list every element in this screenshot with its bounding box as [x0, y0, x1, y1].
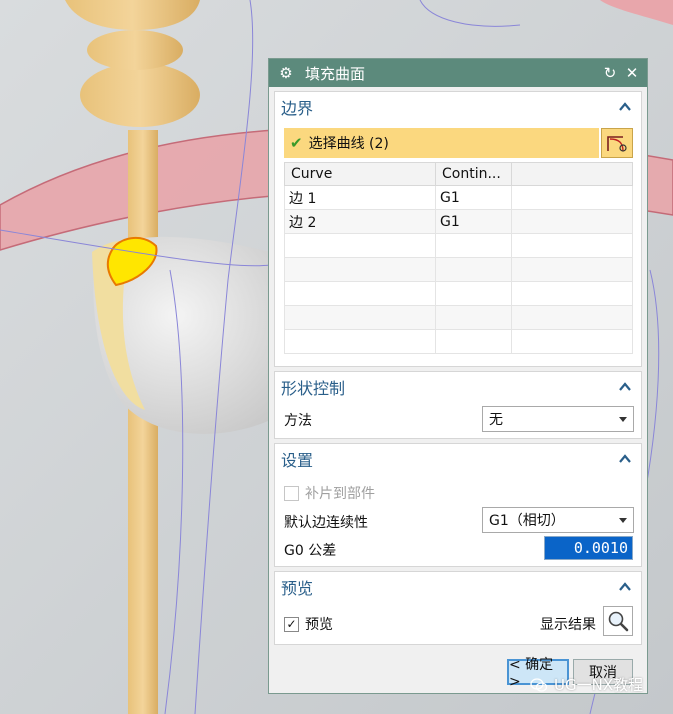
preview-label: 预览: [305, 617, 333, 633]
wechat-icon: [530, 677, 548, 692]
fill-surface-dialog: ⚙ 填充曲面 ↻ ✕ 边界 ✔ 选择曲线 (2) Curve Contin...: [268, 58, 648, 694]
curve-cell: 边 2: [284, 209, 436, 234]
watermark: UG一NX教程: [530, 674, 643, 695]
patch-to-part-checkbox: [284, 485, 299, 501]
chevron-up-icon[interactable]: [617, 99, 633, 115]
preview-option[interactable]: ✓ 预览: [284, 614, 333, 634]
watermark-text: UG一NX教程: [554, 676, 644, 694]
patch-to-part-label: 补片到部件: [305, 486, 375, 502]
shape-control-header-label: 形状控制: [281, 379, 346, 398]
table-row-empty: [284, 329, 633, 354]
settings-header-label: 设置: [281, 451, 314, 470]
g0-tolerance-label: G0 公差: [284, 543, 337, 559]
continuity-cell: G1: [435, 209, 512, 234]
default-continuity-dropdown[interactable]: G1（相切）: [482, 507, 634, 533]
reset-icon[interactable]: ↻: [601, 64, 619, 82]
column-header-curve[interactable]: Curve: [284, 162, 436, 186]
table-row[interactable]: 边 2 G1: [284, 209, 633, 234]
select-curve-label: 选择曲线 (2): [308, 136, 389, 152]
method-value: 无: [489, 412, 503, 428]
curve-select-icon: [607, 136, 627, 152]
table-row-empty: [284, 281, 633, 306]
continuity-cell: G1: [435, 185, 512, 210]
shape-control-header[interactable]: 形状控制: [275, 372, 641, 402]
boundary-group-header[interactable]: 边界: [275, 92, 641, 122]
preview-header[interactable]: 预览: [275, 572, 641, 602]
preview-header-label: 预览: [281, 579, 314, 598]
method-label: 方法: [284, 413, 312, 429]
knob-bottom: [80, 63, 200, 127]
table-row-empty: [284, 257, 633, 282]
select-curve-row[interactable]: ✔ 选择曲线 (2): [284, 128, 599, 158]
table-row-empty: [284, 305, 633, 330]
table-header-row: Curve Contin...: [284, 162, 633, 186]
chevron-up-icon[interactable]: [617, 579, 633, 595]
shape-control-group: 形状控制 方法 无: [274, 371, 642, 439]
boundary-group: 边界 ✔ 选择曲线 (2) Curve Contin... 边 1 G1 边 2…: [274, 91, 642, 367]
curve-rule-button[interactable]: [601, 128, 633, 158]
curve-cell: 边 1: [284, 185, 436, 210]
knob-mid: [87, 30, 183, 70]
default-continuity-label: 默认边连续性: [284, 515, 368, 531]
preview-checkbox[interactable]: ✓: [284, 616, 299, 632]
table-row-empty: [284, 233, 633, 258]
close-icon[interactable]: ✕: [623, 64, 641, 82]
column-header-empty: [511, 162, 633, 186]
boundary-table: Curve Contin... 边 1 G1 边 2 G1: [284, 162, 633, 354]
settings-header[interactable]: 设置: [275, 444, 641, 474]
settings-group: 设置 补片到部件 默认边连续性 G1（相切） G0 公差 0.0010: [274, 443, 642, 567]
magnifier-icon: [608, 611, 629, 632]
dialog-title-bar[interactable]: ⚙ 填充曲面 ↻ ✕: [269, 59, 647, 87]
show-result-button[interactable]: [603, 606, 633, 636]
table-row[interactable]: 边 1 G1: [284, 185, 633, 210]
chevron-up-icon[interactable]: [617, 451, 633, 467]
chevron-down-icon: [619, 518, 627, 523]
show-result-label: 显示结果: [540, 617, 596, 633]
column-header-continuity[interactable]: Contin...: [435, 162, 512, 186]
preview-group: 预览 ✓ 预览 显示结果: [274, 571, 642, 645]
default-continuity-value: G1（相切）: [489, 513, 565, 529]
dialog-title: 填充曲面: [305, 64, 366, 83]
boundary-header-label: 边界: [281, 99, 314, 118]
patch-to-part-option: 补片到部件: [284, 483, 375, 503]
gear-icon: ⚙: [279, 64, 293, 82]
empty-cell: [511, 209, 633, 234]
g0-tolerance-input[interactable]: 0.0010: [544, 536, 633, 560]
checkmark-icon: ✔: [290, 134, 303, 152]
chevron-up-icon[interactable]: [617, 379, 633, 395]
chevron-down-icon: [619, 417, 627, 422]
method-dropdown[interactable]: 无: [482, 406, 634, 432]
empty-cell: [511, 185, 633, 210]
